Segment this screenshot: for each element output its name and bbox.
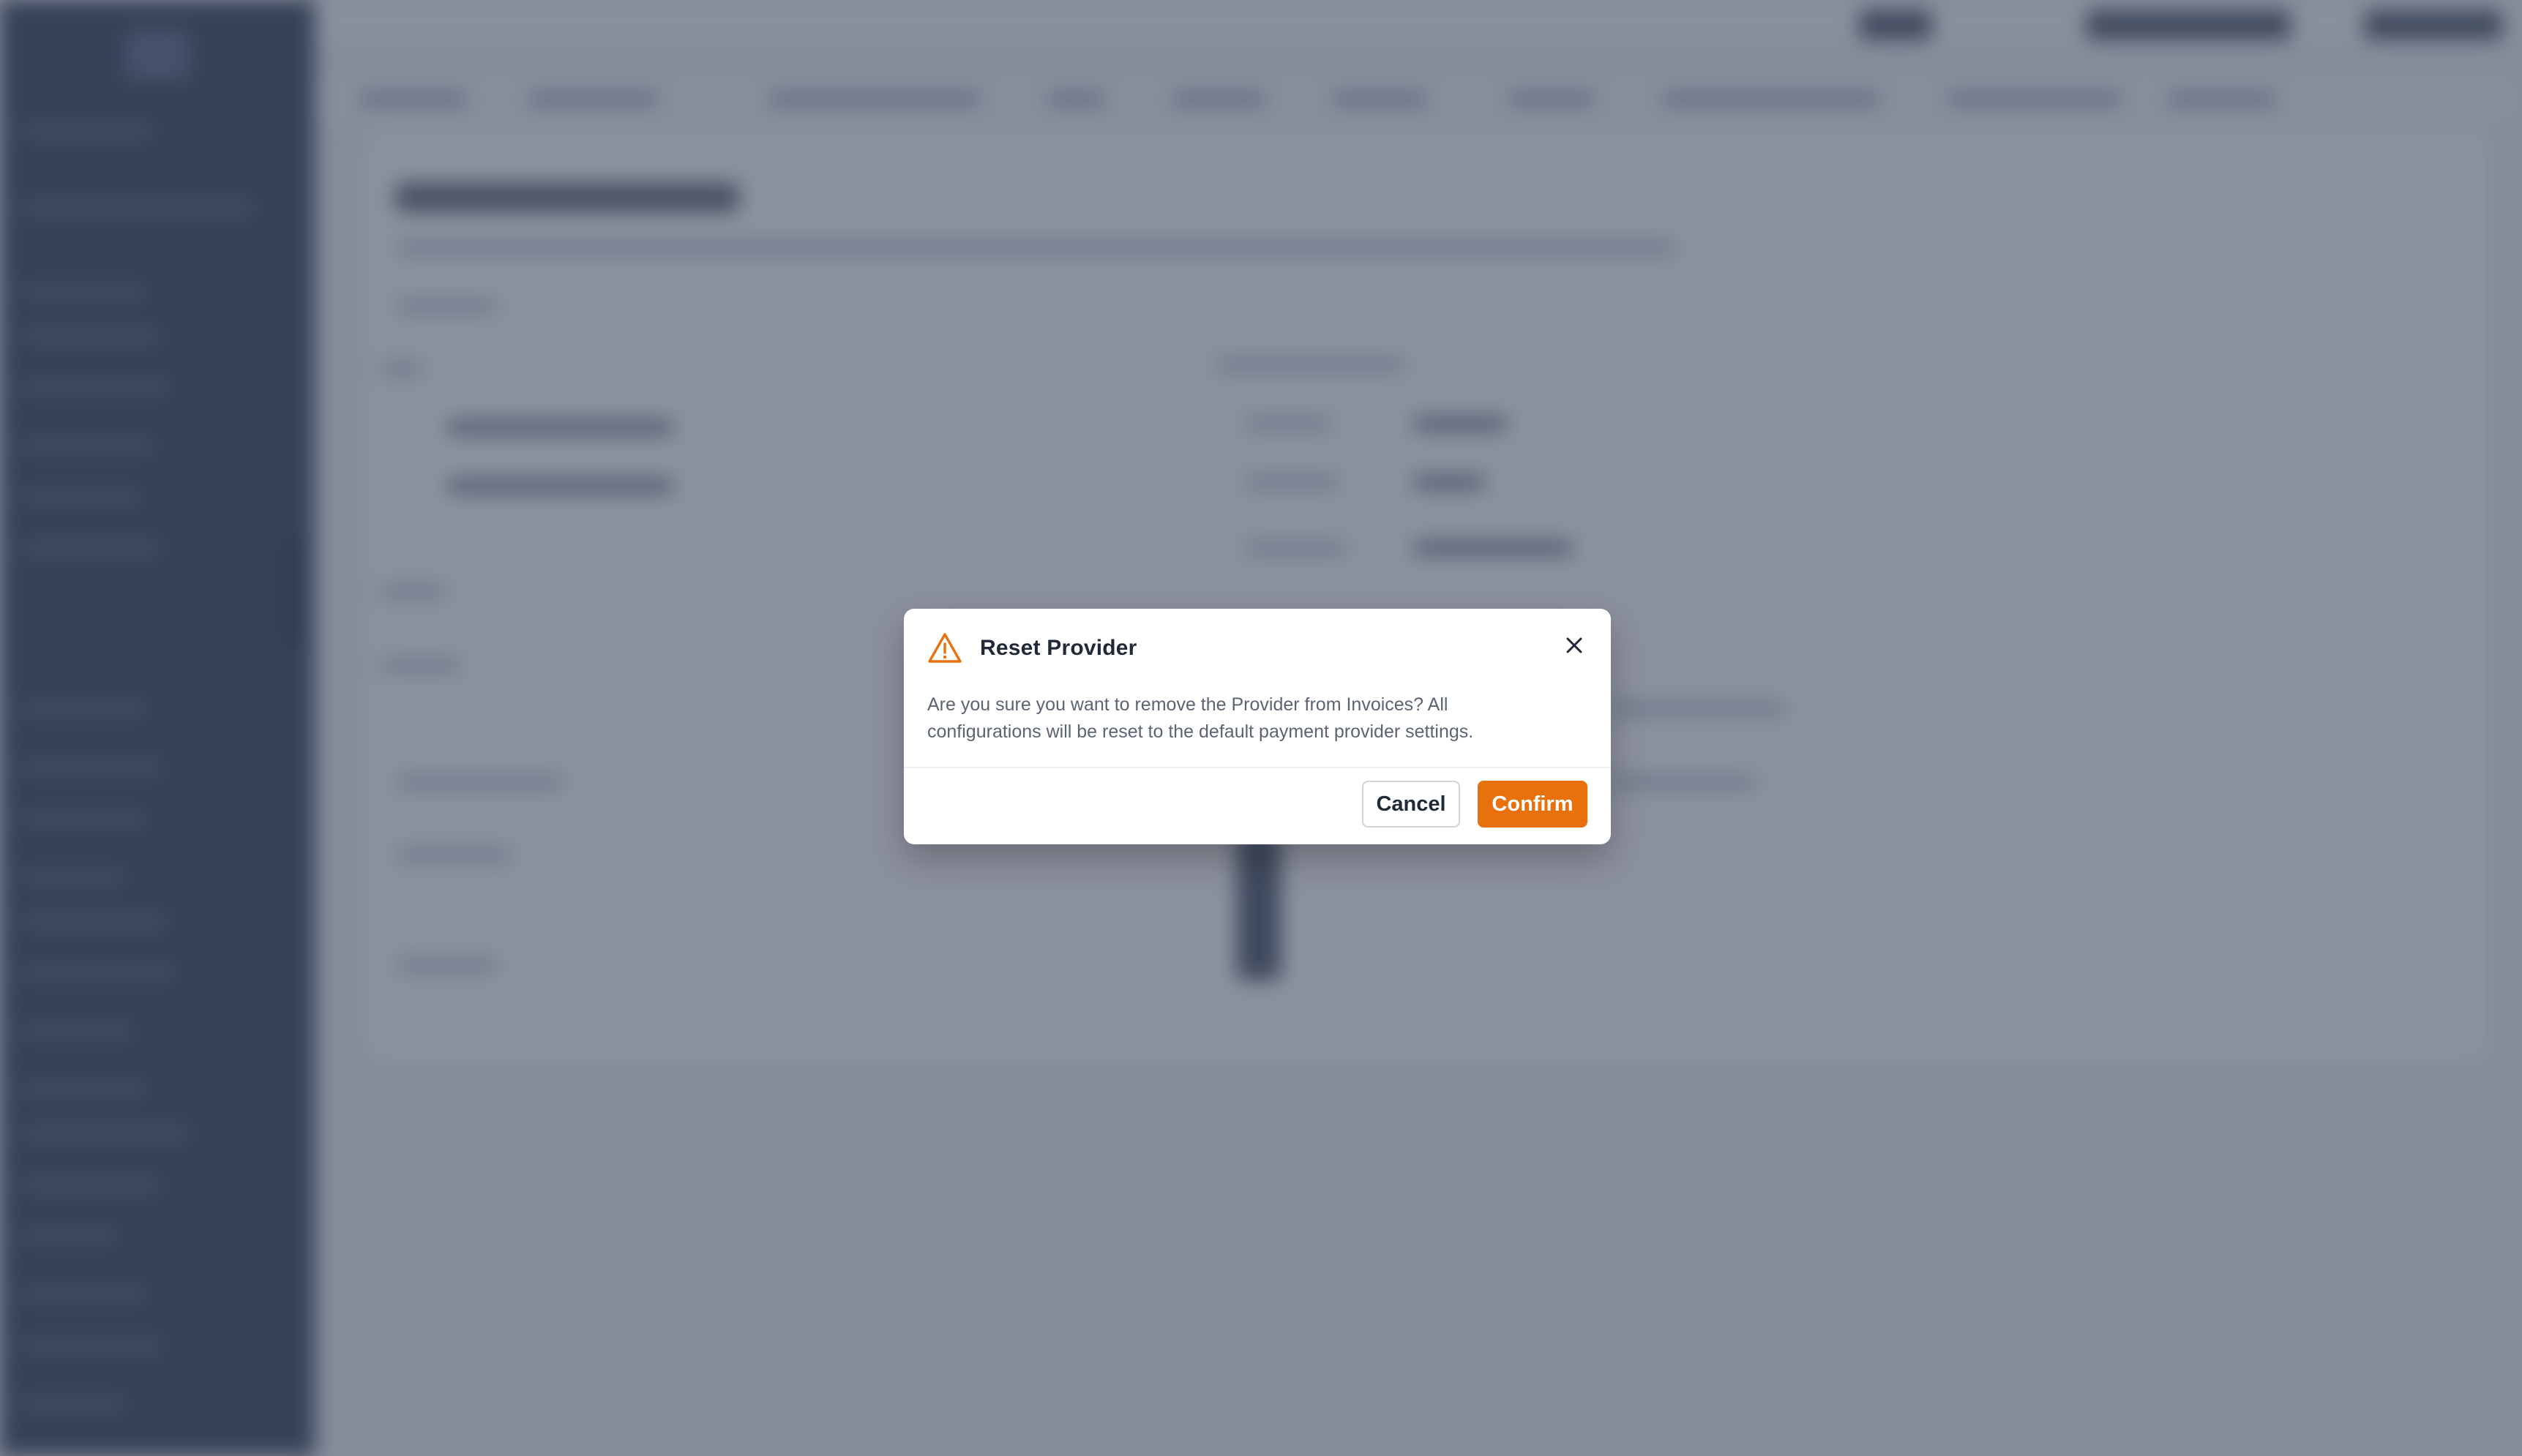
close-button[interactable] [1563,634,1586,657]
dialog-divider [904,767,1611,768]
cancel-button[interactable]: Cancel [1362,781,1460,828]
warning-triangle-icon [928,633,962,663]
dialog-title: Reset Provider [980,636,1137,660]
confirm-button[interactable]: Confirm [1478,781,1587,828]
dialog-message: Are you sure you want to remove the Prov… [927,694,1474,742]
close-icon [1566,637,1582,653]
reset-provider-dialog: Reset Provider Are you sure you want to … [904,609,1611,844]
dialog-header: Reset Provider [927,631,1137,666]
